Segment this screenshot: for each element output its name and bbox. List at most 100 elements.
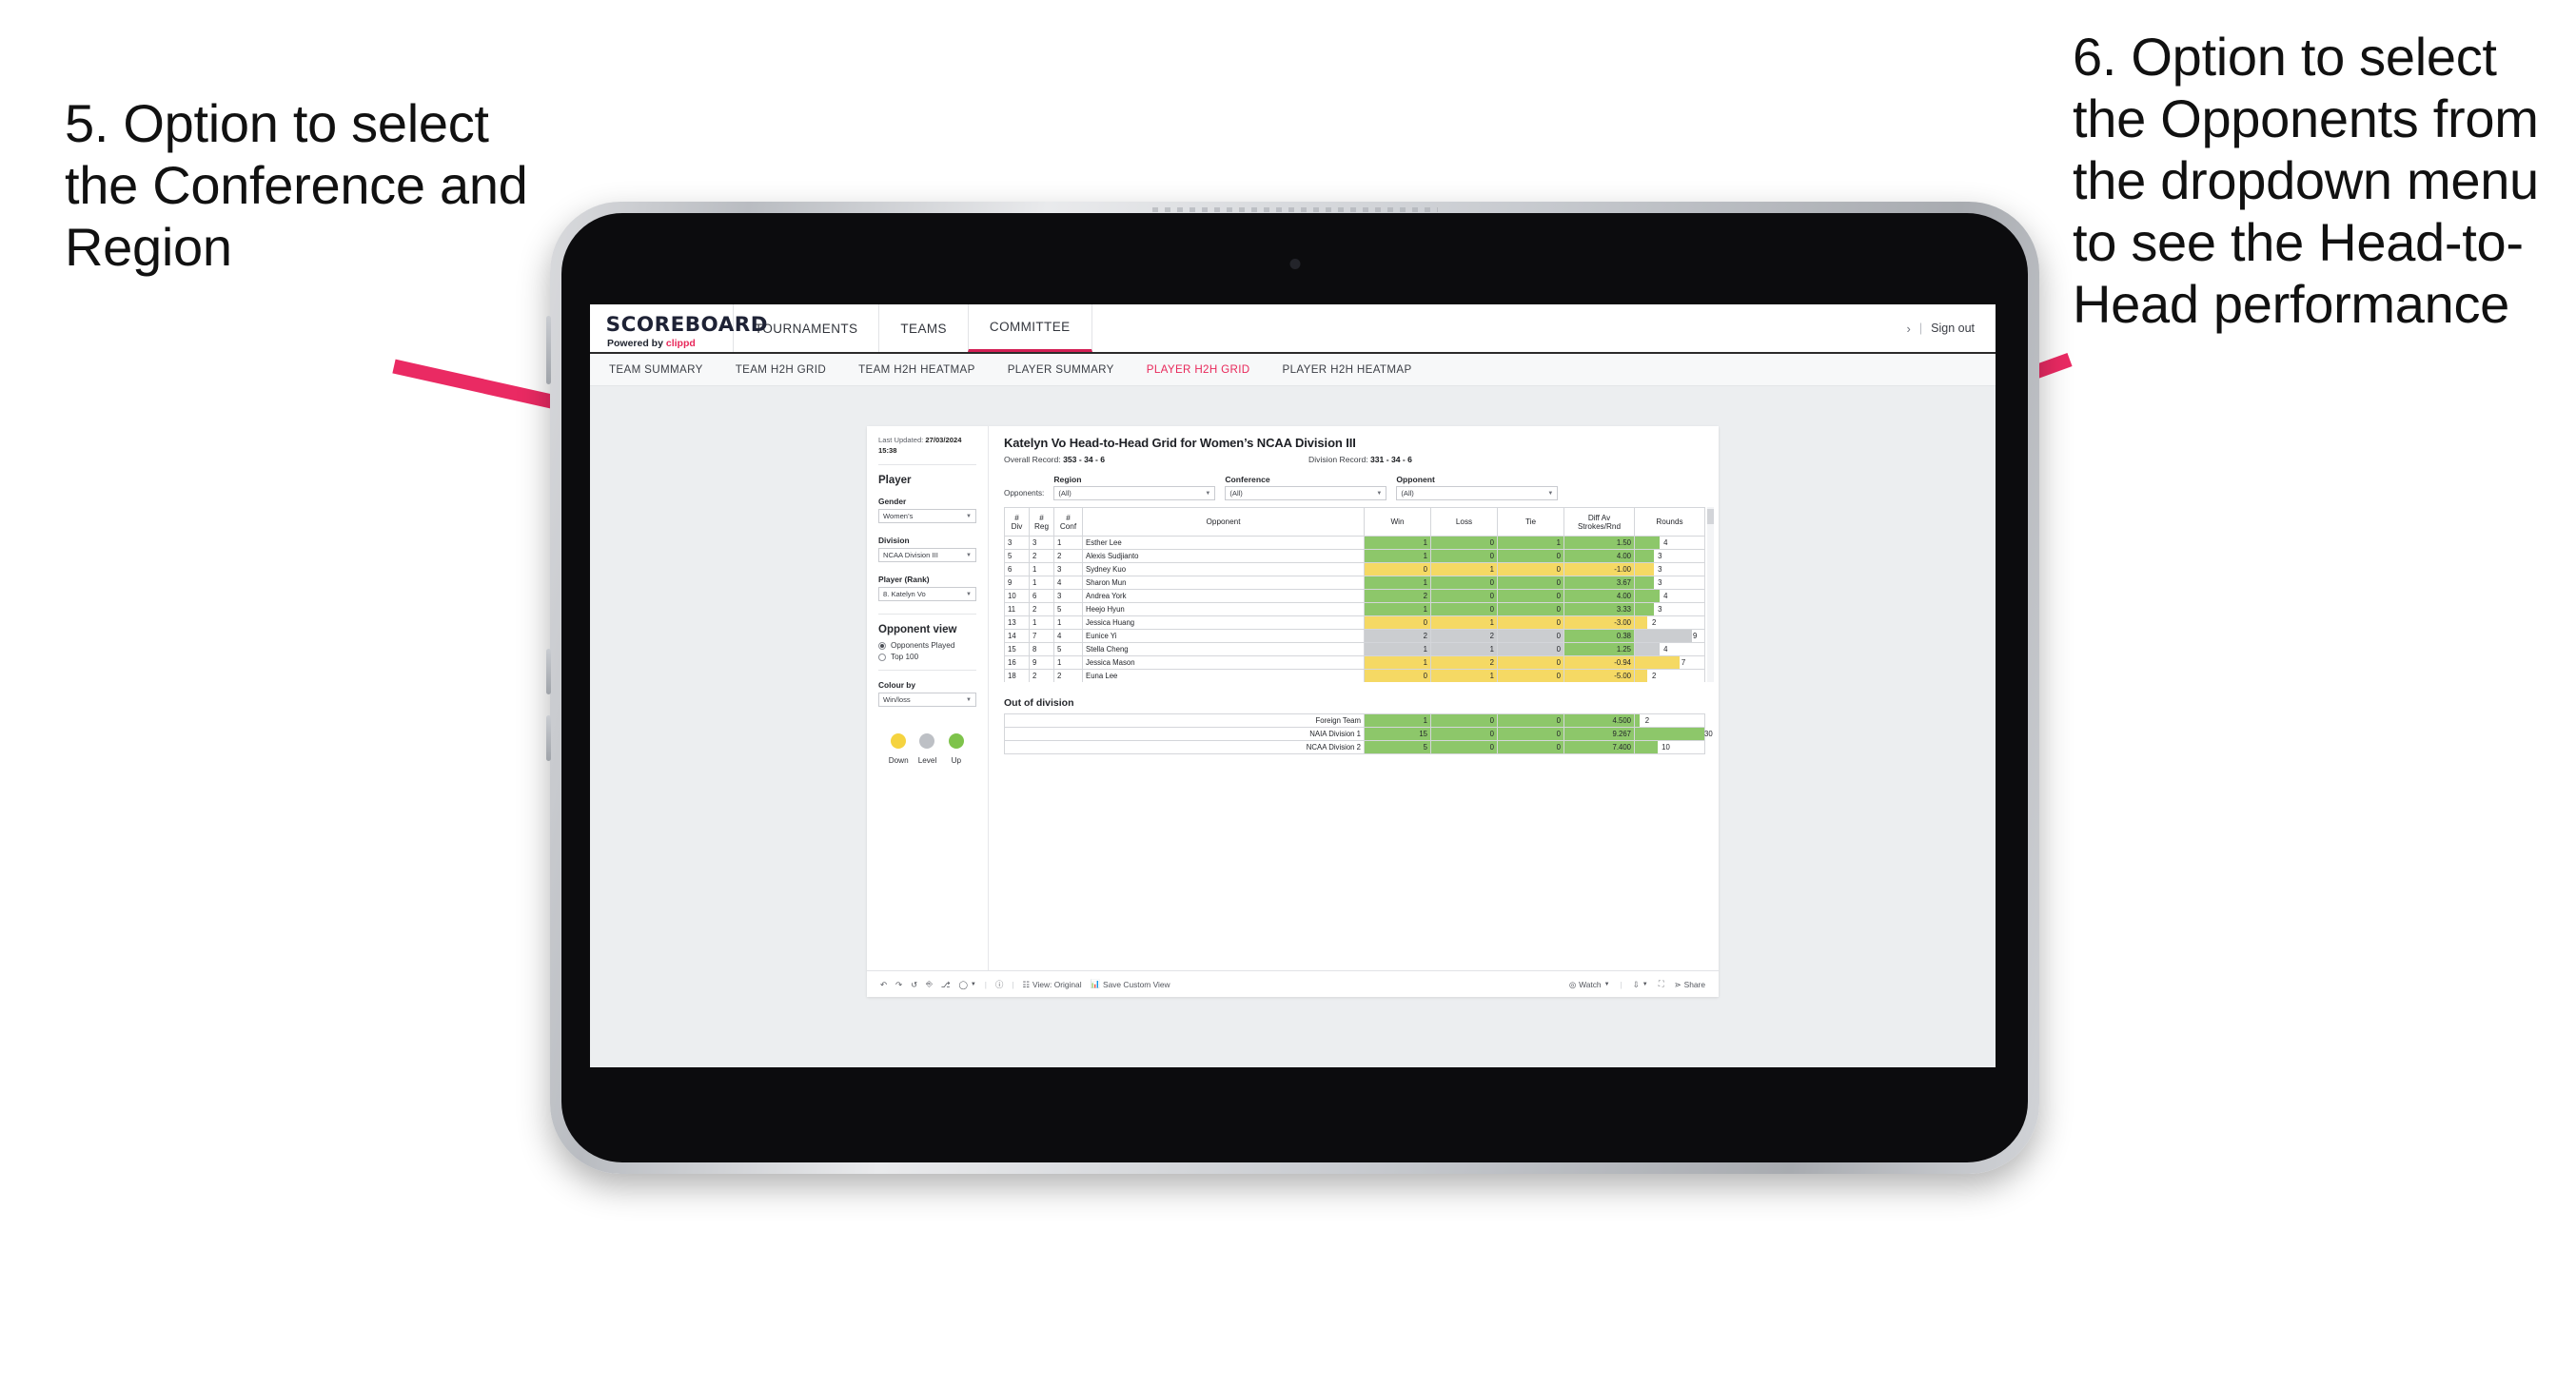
watch-button[interactable]: ◎ Watch ▼	[1569, 980, 1610, 989]
sidebar-divider-2	[878, 614, 976, 615]
table-row[interactable]: 18 2 2 Euna Lee 0 1 0 -5.00 2	[1004, 669, 1705, 682]
player-rank-field: Player (Rank) 8. Katelyn Vo ▼	[878, 575, 976, 602]
highlight-icon[interactable]: ◯ ▼	[958, 980, 975, 989]
redo-icon[interactable]: ↷	[895, 980, 902, 989]
opponent-select[interactable]: (All) ▼	[1396, 486, 1559, 500]
region-filter: Region (All) ▼	[1053, 475, 1216, 500]
view-original-button[interactable]: ☷ View: Original	[1023, 980, 1082, 989]
cell-reg: 2	[1029, 602, 1054, 616]
cell-reg: 2	[1029, 669, 1054, 682]
cell-diff: -5.00	[1563, 669, 1635, 682]
table-row[interactable]: 10 6 3 Andrea York 2 0 0 4.00 4	[1004, 589, 1705, 603]
player-rank-select[interactable]: 8. Katelyn Vo ▼	[878, 587, 976, 602]
table-row[interactable]: 14 7 4 Eunice Yi 2 2 0 0.38 9	[1004, 629, 1705, 643]
subtab-player-h2h-grid[interactable]: PLAYER H2H GRID	[1147, 363, 1250, 376]
legend-down-label: Down	[888, 756, 909, 766]
overall-record-value: 353 - 34 - 6	[1063, 455, 1106, 464]
subtab-team-h2h-grid[interactable]: TEAM H2H GRID	[736, 363, 826, 376]
radio-top-100[interactable]: Top 100	[878, 653, 976, 661]
logo-brand: clippd	[665, 337, 696, 349]
chevron-right-icon[interactable]: ›	[1907, 322, 1911, 336]
radio-opponents-played[interactable]: Opponents Played	[878, 641, 976, 650]
share-button[interactable]: ⋗ Share	[1675, 980, 1705, 989]
table-row[interactable]: 15 8 5 Stella Cheng 1 1 0 1.25 4	[1004, 642, 1705, 656]
tablet-speaker	[1151, 207, 1438, 212]
header-divider: |	[1918, 322, 1923, 335]
revert-icon[interactable]: ↺	[911, 980, 917, 989]
cell-diff: 3.33	[1563, 602, 1635, 616]
table-row[interactable]: 13 1 1 Jessica Huang 0 1 0 -3.00 2	[1004, 615, 1705, 630]
cell-rounds: 4	[1634, 536, 1705, 550]
region-label: Region	[1053, 475, 1082, 484]
cell-loss: 1	[1430, 615, 1498, 630]
radio-unselected-icon	[878, 653, 886, 661]
table-row[interactable]: Foreign Team 1 0 0 4.500 2	[1004, 713, 1705, 728]
grid-col-7: Tie	[1497, 507, 1564, 537]
fullscreen-icon[interactable]: ⛶	[1659, 979, 1664, 989]
secondary-nav: TEAM SUMMARY TEAM H2H GRID TEAM H2H HEAT…	[590, 354, 1996, 386]
table-row[interactable]: 16 9 1 Jessica Mason 1 2 0 -0.94 7	[1004, 655, 1705, 670]
radio-top-100-label: Top 100	[891, 653, 919, 662]
cell-opponent: Andrea York	[1082, 589, 1365, 603]
chevron-down-icon: ▼	[966, 513, 972, 519]
download-icon[interactable]: ⇩ ▼	[1633, 980, 1648, 989]
app-logo[interactable]: SCOREBOARD Powered by clippd	[590, 304, 768, 352]
app-header: SCOREBOARD Powered by clippd TOURNAMENTS…	[590, 304, 1996, 354]
colour-by-select[interactable]: Win/loss ▼	[878, 693, 976, 708]
sign-out-button[interactable]: Sign out	[1931, 322, 1975, 335]
cell-tie: 0	[1497, 562, 1564, 576]
refresh-data-icon[interactable]: ⎆	[926, 979, 933, 989]
grid-scroll-thumb[interactable]	[1707, 509, 1714, 524]
grid-vertical-scrollbar[interactable]	[1707, 507, 1714, 682]
table-row[interactable]: NAIA Division 1 15 0 0 9.267 30	[1004, 727, 1713, 741]
subtab-team-summary[interactable]: TEAM SUMMARY	[609, 363, 703, 376]
division-select[interactable]: NCAA Division III ▼	[878, 548, 976, 563]
tablet-power-button[interactable]	[546, 316, 551, 384]
tablet-volume-down-button[interactable]	[546, 715, 551, 761]
chevron-down-icon: ▼	[966, 696, 972, 703]
division-record: Division Record: 331 - 34 - 6	[1308, 455, 1412, 464]
cell-div: 18	[1004, 669, 1030, 682]
table-row[interactable]: NCAA Division 2 5 0 0 7.400 10	[1004, 740, 1705, 754]
player-rank-label: Player (Rank)	[878, 575, 930, 585]
cell-tie: 0	[1497, 576, 1564, 590]
grid-col-3: # Conf	[1053, 507, 1083, 537]
gender-select[interactable]: Women’s ▼	[878, 509, 976, 524]
table-row[interactable]: 9 1 4 Sharon Mun 1 0 0 3.67 3	[1004, 576, 1705, 590]
conference-select[interactable]: (All) ▼	[1225, 486, 1387, 500]
toolbar-divider-1: |	[984, 979, 987, 989]
cell-ood-loss: 0	[1430, 713, 1498, 728]
cell-reg: 6	[1029, 589, 1054, 603]
cell-opponent: Esther Lee	[1082, 536, 1365, 550]
undo-icon[interactable]: ↶	[880, 980, 887, 989]
table-row[interactable]: 11 2 5 Heejo Hyun 1 0 0 3.33 3	[1004, 602, 1705, 616]
cell-rounds: 2	[1634, 615, 1705, 630]
tablet-volume-up-button[interactable]	[546, 649, 551, 694]
gender-field: Gender Women’s ▼	[878, 497, 976, 524]
cell-ood-loss: 0	[1430, 727, 1498, 741]
cell-opponent: Euna Lee	[1082, 669, 1365, 682]
nav-tab-committee[interactable]: COMMITTEE	[967, 304, 1092, 352]
table-row[interactable]: 3 3 1 Esther Lee 1 0 1 1.50 4	[1004, 536, 1705, 550]
cell-reg: 7	[1029, 629, 1054, 643]
region-select[interactable]: (All) ▼	[1053, 486, 1216, 500]
table-row[interactable]: 5 2 2 Alexis Sudjianto 1 0 0 4.00 3	[1004, 549, 1705, 563]
cell-loss: 0	[1430, 576, 1498, 590]
cell-win: 1	[1364, 642, 1431, 656]
cell-div: 10	[1004, 589, 1030, 603]
help-icon[interactable]: ⓘ	[995, 979, 1003, 990]
subtab-player-summary[interactable]: PLAYER SUMMARY	[1008, 363, 1114, 376]
subtab-team-h2h-heatmap[interactable]: TEAM H2H HEATMAP	[858, 363, 975, 376]
cell-reg: 1	[1029, 576, 1054, 590]
save-custom-view-button[interactable]: 📊 Save Custom View	[1091, 979, 1170, 989]
cell-loss: 2	[1430, 629, 1498, 643]
pause-updates-icon[interactable]: ⎇	[941, 980, 951, 989]
radio-selected-icon	[878, 641, 886, 650]
nav-tab-teams[interactable]: TEAMS	[878, 304, 968, 352]
grid-col-1: # Div	[1004, 507, 1030, 537]
conference-label: Conference	[1225, 475, 1270, 484]
player-rank-value: 8. Katelyn Vo	[883, 590, 926, 599]
grid-col-8: Diff Av Strokes/Rnd	[1563, 507, 1635, 537]
subtab-player-h2h-heatmap[interactable]: PLAYER H2H HEATMAP	[1283, 363, 1412, 376]
table-row[interactable]: 6 1 3 Sydney Kuo 0 1 0 -1.00 3	[1004, 562, 1705, 576]
